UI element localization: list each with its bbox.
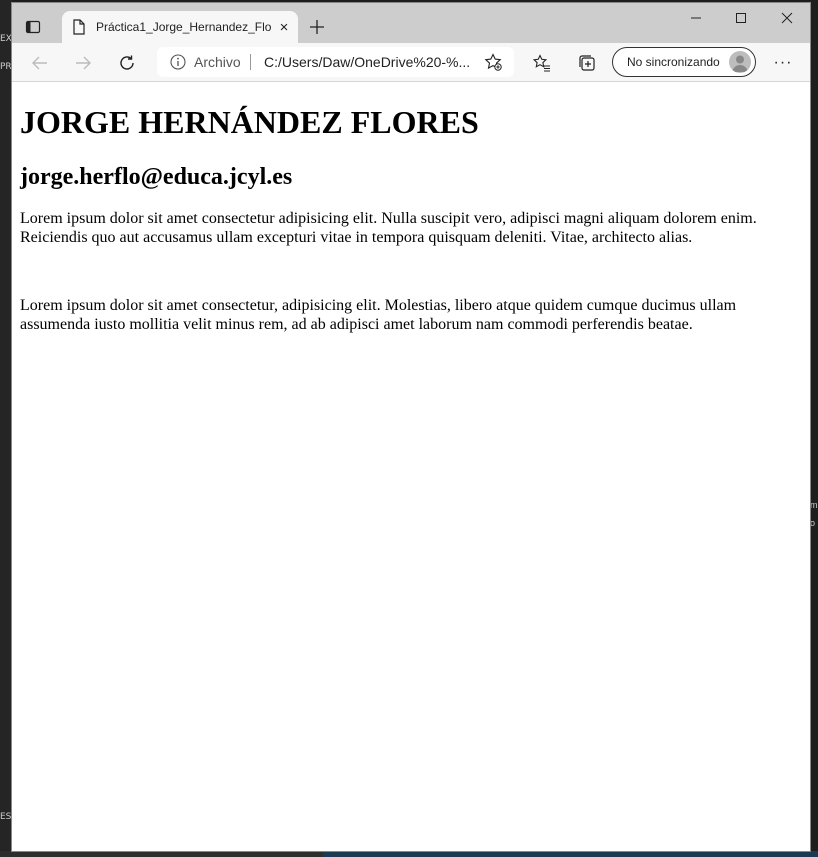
forward-button[interactable]: [72, 52, 94, 74]
page-email: jorge.herflo@educa.jcyl.es: [20, 164, 293, 190]
close-window-button[interactable]: [773, 8, 801, 28]
background-editor-left: EX PR ES: [0, 0, 12, 857]
profile-button[interactable]: No sincronizando: [612, 47, 756, 77]
plus-icon: [310, 20, 324, 34]
tab-actions-button[interactable]: [23, 17, 43, 37]
background-label: m: [810, 500, 818, 510]
collections-button[interactable]: [576, 52, 598, 74]
arrow-left-icon: [32, 56, 47, 70]
favorites-icon: [533, 54, 550, 72]
collections-icon: [579, 55, 595, 71]
paragraph-1: Lorem ipsum dolor sit amet consectetur a…: [20, 210, 757, 246]
address-separator: [250, 54, 251, 70]
file-icon: [73, 19, 85, 35]
page-content: JORGE HERNÁNDEZ FLORES jorge.herflo@educ…: [12, 82, 810, 851]
arrow-right-icon: [76, 56, 91, 70]
site-info-label[interactable]: Archivo: [194, 54, 241, 70]
minimize-button[interactable]: [682, 8, 710, 28]
avatar-icon: [729, 51, 751, 73]
background-taskbar: [0, 851, 818, 857]
tab-title: Práctica1_Jorge_Hernandez_Flores: [96, 20, 271, 34]
new-tab-button[interactable]: [306, 16, 328, 38]
browser-window: Práctica1_Jorge_Hernandez_Flores × Archi…: [12, 3, 810, 851]
background-label: o: [810, 518, 816, 528]
background-label: EX: [0, 34, 12, 44]
tab-actions-icon: [25, 20, 41, 34]
background-label: ES: [0, 812, 12, 822]
favorites-button[interactable]: [531, 52, 553, 74]
refresh-button[interactable]: [116, 52, 138, 74]
add-favorite-icon[interactable]: [484, 53, 502, 71]
page-heading: JORGE HERNÁNDEZ FLORES: [20, 104, 479, 140]
close-icon: [781, 12, 793, 24]
maximize-icon: [736, 13, 746, 23]
more-icon: ···: [773, 54, 793, 71]
tab-close-button[interactable]: ×: [276, 18, 292, 36]
tab-active[interactable]: Práctica1_Jorge_Hernandez_Flores ×: [62, 11, 298, 43]
back-button[interactable]: [29, 52, 51, 74]
tab-strip: Práctica1_Jorge_Hernandez_Flores ×: [12, 3, 810, 43]
background-label: PR: [0, 62, 12, 72]
address-bar[interactable]: Archivo C:/Users/Daw/OneDrive%20-%...: [157, 47, 514, 77]
maximize-button[interactable]: [727, 8, 755, 28]
url-text[interactable]: C:/Users/Daw/OneDrive%20-%...: [264, 54, 474, 70]
more-button[interactable]: ···: [772, 52, 794, 74]
refresh-icon: [120, 55, 134, 70]
minimize-icon: [691, 17, 701, 19]
close-icon: ×: [279, 18, 289, 36]
paragraph-2: Lorem ipsum dolor sit amet consectetur, …: [20, 297, 737, 333]
profile-label: No sincronizando: [627, 55, 720, 69]
info-icon[interactable]: [170, 54, 186, 70]
browser-toolbar: Archivo C:/Users/Daw/OneDrive%20-%... No…: [12, 43, 810, 82]
background-editor-right: m o: [810, 0, 818, 857]
